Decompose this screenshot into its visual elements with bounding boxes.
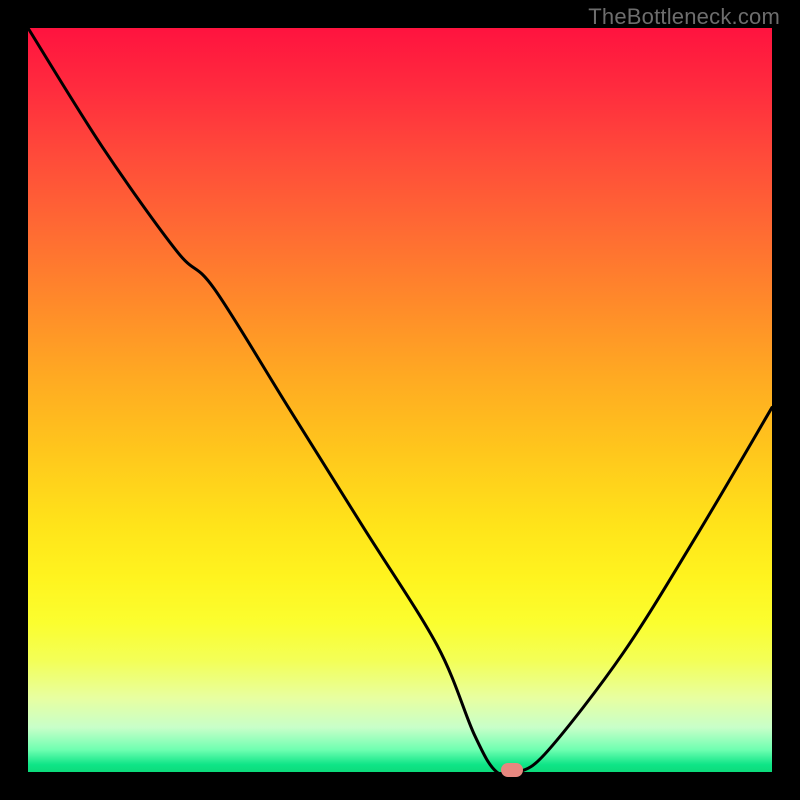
optimum-marker bbox=[501, 763, 523, 777]
bottleneck-curve bbox=[28, 28, 772, 772]
chart-frame: TheBottleneck.com bbox=[0, 0, 800, 800]
plot-area bbox=[28, 28, 772, 772]
watermark-text: TheBottleneck.com bbox=[588, 4, 780, 30]
